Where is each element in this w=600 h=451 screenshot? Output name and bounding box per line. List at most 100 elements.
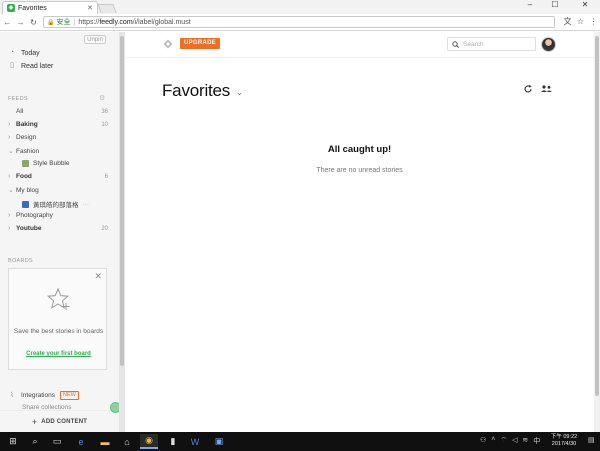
avatar[interactable] <box>541 37 556 52</box>
file-explorer-icon[interactable]: ▬ <box>96 434 114 449</box>
feed-row-fashion[interactable]: ⌄ Fashion <box>8 147 108 156</box>
chevron-down-icon[interactable]: ⌄ <box>236 88 243 97</box>
search-box[interactable] <box>447 37 536 51</box>
address-toolbar: ← → ↻ 🔒 安全 | https://feedly.com/i/label/… <box>0 14 600 31</box>
add-content-button[interactable]: + ADD CONTENT <box>0 410 119 432</box>
top-bar: UPGRADE <box>125 32 594 58</box>
sidebar-item-read-later[interactable]: ▯ Read later <box>8 62 53 70</box>
sidebar: Unpin ◔ Today ▯ Read later FEEDS ⚙ All 3… <box>0 32 119 432</box>
sidebar-scrollbar-thumb[interactable] <box>120 36 124 366</box>
people-icon[interactable] <box>540 84 553 94</box>
search-icon <box>452 40 459 48</box>
source-favicon-icon <box>22 200 29 208</box>
feed-row-my-blog[interactable]: ⌄ My blog <box>8 186 108 195</box>
url-bar[interactable]: 🔒 安全 | https://feedly.com/i/label/global… <box>43 16 555 28</box>
document-icon[interactable]: ▮ <box>164 434 182 449</box>
unpin-button[interactable]: Unpin <box>84 35 106 44</box>
network-icon[interactable]: ⌔ <box>500 436 507 446</box>
main-content: UPGRADE Favorites ⌄ All caught up! There… <box>125 32 600 432</box>
app-window-icon[interactable]: ▣ <box>210 434 228 449</box>
gear-icon[interactable]: ⚙ <box>99 94 105 102</box>
volume-icon[interactable]: ◁ <box>512 436 517 446</box>
lock-icon: 🔒 <box>47 19 55 26</box>
feed-label: Photography <box>16 212 53 219</box>
new-badge: NEW <box>59 391 79 400</box>
task-view-icon[interactable]: ▭ <box>48 434 66 449</box>
feed-count: 20 <box>101 225 108 232</box>
menu-dots-icon[interactable]: ⋮ <box>588 16 599 27</box>
windows-start-icon[interactable]: ⊞ <box>4 434 22 449</box>
new-tab-button[interactable] <box>97 4 117 13</box>
reload-icon[interactable]: ↻ <box>28 18 39 27</box>
notification-icon[interactable]: ▤ <box>588 436 595 444</box>
upgrade-button[interactable]: UPGRADE <box>180 38 221 49</box>
url-separator: | <box>73 18 76 26</box>
url-path: /i/label/global.must <box>132 18 191 26</box>
secure-label: 安全 <box>56 19 71 26</box>
clock-time: 下午 09:22 <box>550 434 578 440</box>
star-plus-icon <box>46 287 70 310</box>
sidebar-item-integrations[interactable]: ⌇ Integrations NEW <box>8 391 79 400</box>
tab-close-icon[interactable]: ✕ <box>87 4 93 12</box>
sidebar-item-label: Today <box>21 49 40 57</box>
chevron-right-icon[interactable]: › <box>8 212 16 219</box>
feed-row-all[interactable]: All 36 <box>8 108 108 115</box>
close-window-icon[interactable]: ✕ <box>575 0 595 10</box>
chevron-right-icon[interactable]: › <box>8 121 16 128</box>
page-title-row[interactable]: Favorites ⌄ <box>162 81 243 101</box>
boards-heading: BOARDS <box>8 258 34 264</box>
url-host: feedly.com <box>99 18 133 26</box>
translate-icon[interactable]: 文 <box>562 16 573 27</box>
input-method-icon[interactable]: 中 <box>533 436 540 446</box>
source-label: 黃琪皓的部落格 <box>33 202 79 209</box>
add-content-label: ADD CONTENT <box>41 418 88 425</box>
chevron-up-icon[interactable]: ˄ <box>491 436 495 446</box>
feed-label: Youtube <box>16 225 42 232</box>
word-icon[interactable]: W <box>186 434 204 449</box>
chevron-right-icon[interactable]: › <box>8 134 16 141</box>
taskbar: ⊞ ⌕ ▭ e ▬ ⌂ ◉ ▮ W ▣ ⚇ ˄ ⌔ ◁ ≋ 中 下午 09:22… <box>0 432 600 451</box>
clock-date: 2017/4/30 <box>551 441 577 447</box>
feed-row-baking[interactable]: › Baking 10 <box>8 121 108 128</box>
bookmark-icon: ▯ <box>10 62 14 69</box>
people-tray-icon[interactable]: ⚇ <box>480 436 486 446</box>
source-row-blog[interactable]: 黃琪皓的部落格 ··· <box>22 199 108 209</box>
chevron-right-icon[interactable]: › <box>8 173 16 180</box>
clock[interactable]: 下午 09:22 2017/4/30 <box>545 434 583 448</box>
create-board-link[interactable]: Create your first board <box>13 351 104 357</box>
feed-count: 6 <box>104 173 108 180</box>
forward-icon[interactable]: → <box>15 18 26 27</box>
refresh-icon[interactable] <box>523 84 533 94</box>
feed-label: Design <box>16 134 37 141</box>
source-favicon-icon <box>22 160 29 167</box>
sidebar-item-today[interactable]: ◔ Today <box>8 49 40 57</box>
minimize-icon[interactable]: – <box>520 0 540 10</box>
empty-state-title: All caught up! <box>327 144 392 155</box>
feedly-favicon-icon: ◆ <box>7 4 15 12</box>
wifi-icon[interactable]: ≋ <box>522 436 528 446</box>
chevron-right-icon[interactable]: › <box>8 225 16 232</box>
feed-row-food[interactable]: › Food 6 <box>8 173 108 180</box>
search-icon[interactable]: ⌕ <box>26 434 44 449</box>
close-icon[interactable]: ✕ <box>94 271 102 282</box>
store-icon[interactable]: ⌂ <box>118 434 136 449</box>
plug-icon: ⌇ <box>10 391 14 399</box>
search-input[interactable] <box>463 40 533 48</box>
feedly-logo-icon[interactable] <box>163 39 173 49</box>
edge-browser-icon[interactable]: e <box>72 434 90 449</box>
chevron-down-icon[interactable]: ⌄ <box>8 186 16 194</box>
feed-row-design[interactable]: › Design <box>8 134 108 141</box>
feed-row-youtube[interactable]: › Youtube 20 <box>8 225 108 232</box>
bookmark-star-icon[interactable]: ☆ <box>575 16 586 27</box>
maximize-icon[interactable]: ☐ <box>545 0 565 10</box>
browser-tab[interactable]: ◆ Favorites ✕ <box>2 1 98 14</box>
system-tray: ⚇ ˄ ⌔ ◁ ≋ 中 <box>480 436 540 446</box>
feed-row-photography[interactable]: › Photography <box>8 212 108 219</box>
source-row-style-bubble[interactable]: Style Bubble <box>22 160 108 167</box>
url-scheme: https:// <box>78 18 100 26</box>
source-label: Style Bubble <box>33 160 70 167</box>
chevron-down-icon[interactable]: ⌄ <box>8 147 16 155</box>
main-scrollbar-thumb[interactable] <box>595 36 599 396</box>
chrome-browser-icon[interactable]: ◉ <box>140 434 158 449</box>
back-icon[interactable]: ← <box>2 18 13 27</box>
